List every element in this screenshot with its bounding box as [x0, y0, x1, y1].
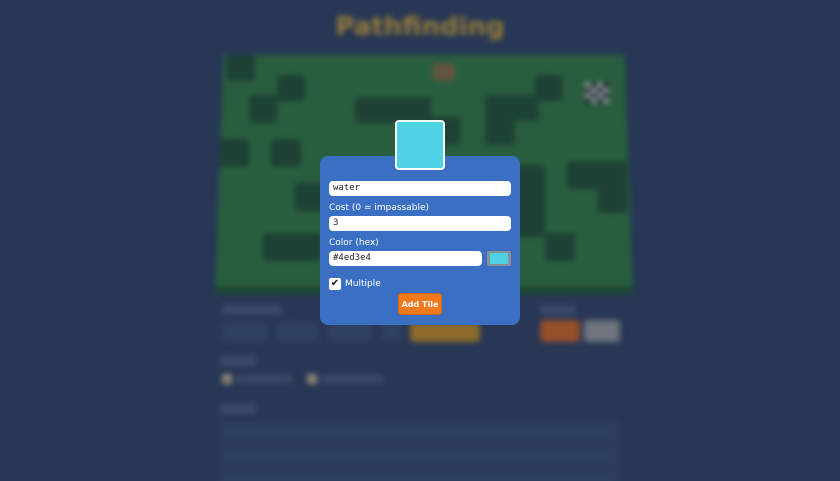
color-label: Color (hex)	[329, 238, 379, 248]
tile-color-preview	[395, 120, 445, 170]
multiple-checkbox[interactable]: ✔	[329, 278, 341, 290]
color-hex-input[interactable]: #4ed3e4	[329, 251, 482, 266]
cost-label: Cost (0 = impassable)	[329, 203, 430, 213]
add-tile-button[interactable]: Add Tile	[398, 293, 442, 315]
app-root: Pathfinding water Cost (0 = impassable) …	[0, 0, 840, 481]
multiple-label: Multiple	[345, 279, 381, 289]
color-picker-swatch[interactable]	[487, 251, 511, 266]
cost-input[interactable]: 3	[329, 216, 511, 231]
tile-name-input[interactable]: water	[329, 181, 511, 196]
color-swatch-fill	[490, 253, 508, 264]
